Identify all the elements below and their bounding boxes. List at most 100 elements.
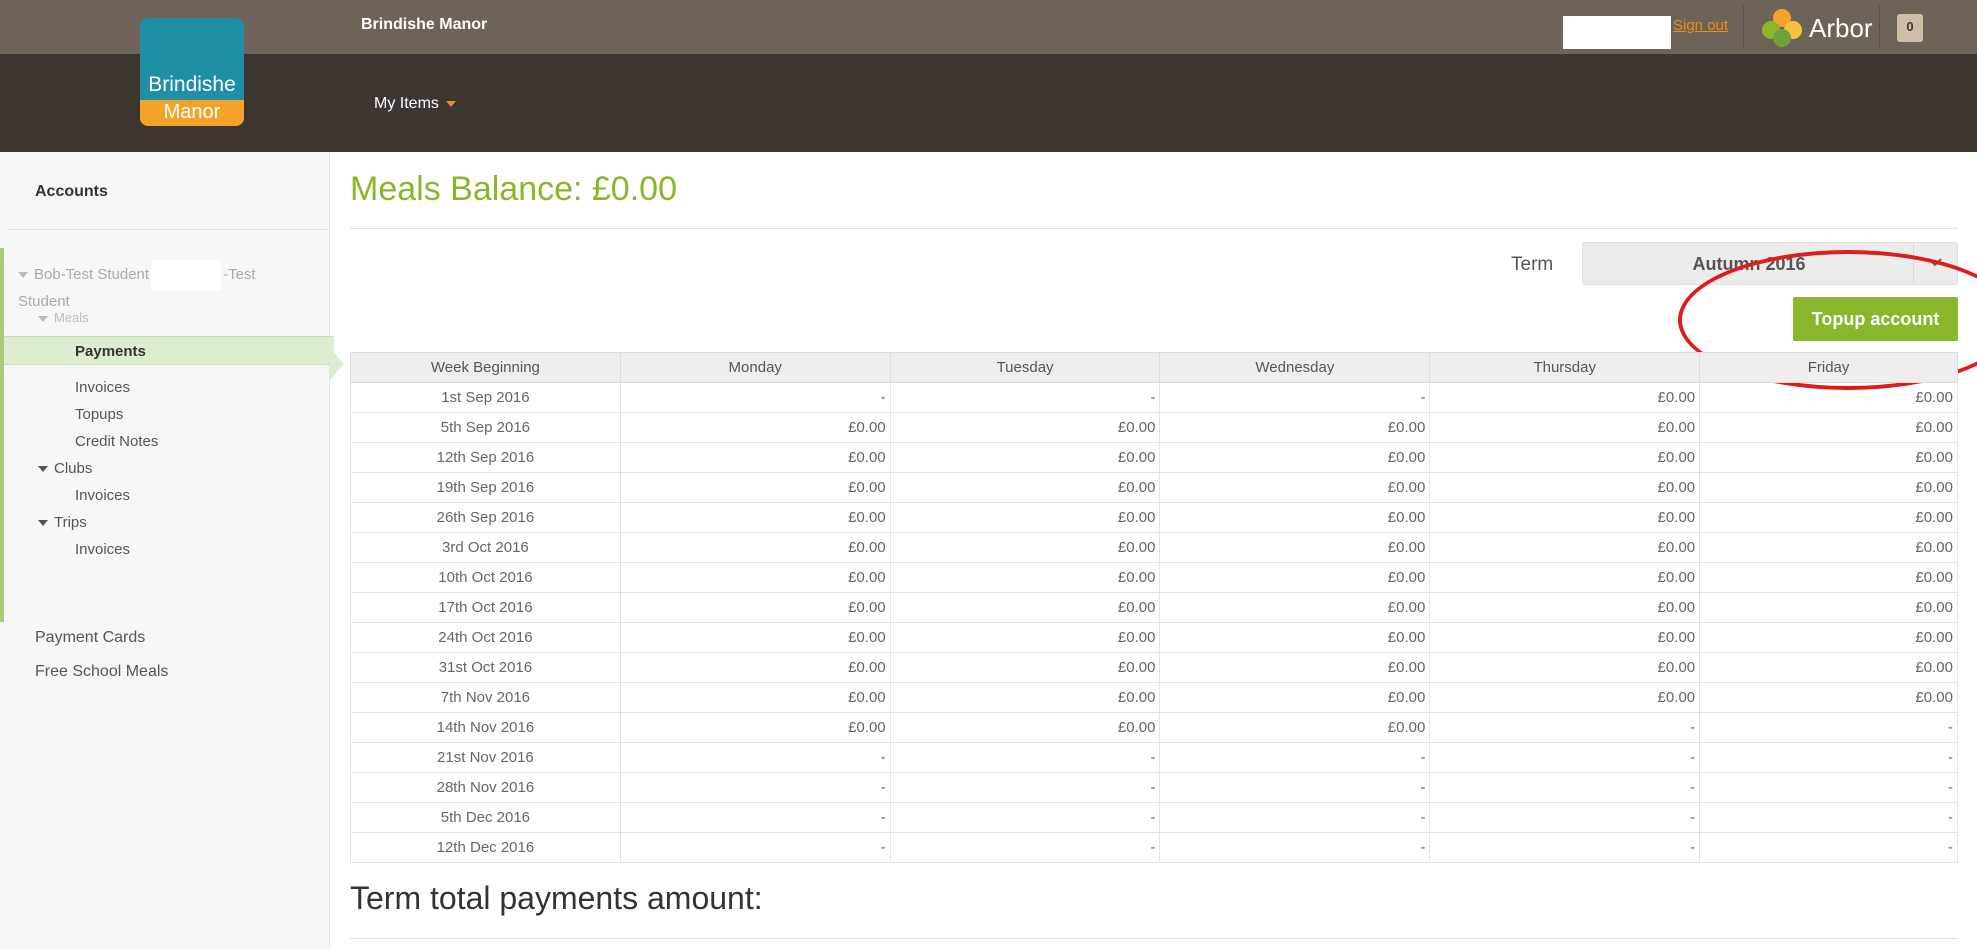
notification-badge[interactable]: 0 (1897, 14, 1923, 42)
week-cell: 19th Sep 2016 (350, 472, 621, 503)
amount-cell-fri: £0.00 (1699, 562, 1958, 593)
amount-cell-fri: £0.00 (1699, 412, 1958, 443)
meals-label: Meals (54, 310, 89, 325)
term-value: Autumn 2016 (1692, 254, 1806, 274)
sidebar-item-clubs-invoices[interactable]: Invoices (75, 487, 130, 504)
divider (350, 228, 1958, 229)
my-items-menu[interactable]: My Items (374, 95, 456, 113)
amount-cell-tue: £0.00 (889, 712, 1161, 743)
column-header-thu: Thursday (1429, 352, 1701, 383)
week-cell: 24th Oct 2016 (350, 622, 621, 653)
amount-cell-tue: £0.00 (889, 562, 1161, 593)
amount-cell-tue: £0.00 (889, 472, 1161, 503)
amount-cell-fri: - (1699, 742, 1958, 773)
amount-cell-wed: - (1159, 802, 1431, 833)
week-cell: 26th Sep 2016 (350, 502, 621, 533)
week-cell: 5th Sep 2016 (350, 412, 621, 443)
term-select[interactable]: Autumn 2016 (1582, 242, 1958, 285)
chevron-down-icon (445, 100, 456, 107)
amount-cell-fri: - (1699, 712, 1958, 743)
amount-cell-fri: £0.00 (1699, 592, 1958, 623)
sidebar-item-free-school-meals[interactable]: Free School Meals (35, 663, 168, 681)
amount-cell-fri: - (1699, 832, 1958, 863)
amount-cell-thu: £0.00 (1429, 472, 1701, 503)
amount-cell-mon: £0.00 (619, 412, 891, 443)
amount-cell-thu: £0.00 (1429, 562, 1701, 593)
amount-cell-thu: - (1429, 742, 1701, 773)
amount-cell-mon: - (619, 832, 891, 863)
week-cell: 10th Oct 2016 (350, 562, 621, 593)
school-logo[interactable]: Brindishe Manor (140, 18, 244, 126)
amount-cell-mon: £0.00 (619, 502, 891, 533)
amount-cell-wed: £0.00 (1159, 442, 1431, 473)
sidebar-group-meals[interactable]: Meals (38, 310, 89, 325)
amount-cell-tue: £0.00 (889, 592, 1161, 623)
sign-out-link[interactable]: Sign out (1673, 17, 1728, 34)
amount-cell-tue: £0.00 (889, 502, 1161, 533)
column-header-mon: Monday (619, 352, 891, 383)
topup-account-button[interactable]: Topup account (1793, 297, 1958, 341)
table-row: 14th Nov 2016 £0.00 £0.00 £0.00- - (350, 712, 1958, 743)
term-label: Term (1511, 254, 1554, 275)
sidebar-item-payments[interactable]: Payments (4, 336, 334, 365)
amount-cell-wed: £0.00 (1159, 472, 1431, 503)
amount-cell-tue: £0.00 (889, 682, 1161, 713)
table-row: 5th Dec 2016- - - - - (350, 802, 1958, 833)
arbor-logo[interactable]: Arbor (1761, 8, 1873, 48)
sidebar-item-payment-cards[interactable]: Payment Cards (35, 629, 145, 647)
table-row: 28th Nov 2016- - - - - (350, 772, 1958, 803)
divider (1743, 5, 1744, 49)
amount-cell-wed: £0.00 (1159, 592, 1431, 623)
amount-cell-mon: £0.00 (619, 472, 891, 503)
amount-cell-wed: - (1159, 772, 1431, 803)
my-items-label: My Items (374, 95, 439, 112)
amount-cell-mon: £0.00 (619, 682, 891, 713)
sidebar-title: Accounts (35, 183, 108, 200)
sidebar-item-topups[interactable]: Topups (75, 406, 123, 423)
clubs-label: Clubs (54, 460, 93, 477)
table-row: 3rd Oct 2016 £0.00 £0.00 £0.00 £0.00 £0.00 (350, 532, 1958, 563)
amount-cell-mon: £0.00 (619, 712, 891, 743)
amount-cell-thu: - (1429, 832, 1701, 863)
caret-down-icon (38, 520, 48, 527)
table-row: 12th Sep 2016 £0.00 £0.00 £0.00 £0.00 £0.00 (350, 442, 1958, 473)
amount-cell-fri: £0.00 (1699, 502, 1958, 533)
school-name: Brindishe Manor (361, 16, 488, 33)
amount-cell-mon: - (619, 802, 891, 833)
amount-cell-tue: - (889, 802, 1161, 833)
amount-cell-thu: £0.00 (1429, 532, 1701, 563)
table-row: 5th Sep 2016 £0.00 £0.00 £0.00 £0.00 £0.00 (350, 412, 1958, 443)
amount-cell-wed: - (1159, 382, 1431, 413)
week-cell: 3rd Oct 2016 (350, 532, 621, 563)
amount-cell-fri: £0.00 (1699, 652, 1958, 683)
amount-cell-thu: £0.00 (1429, 682, 1701, 713)
sidebar-group-trips[interactable]: Trips (38, 514, 87, 531)
sidebar-item-label: Payments (75, 343, 146, 360)
week-cell: 5th Dec 2016 (350, 802, 621, 833)
sidebar-item-meals-invoices[interactable]: Invoices (75, 379, 130, 396)
sidebar-item-trips-invoices[interactable]: Invoices (75, 541, 130, 558)
amount-cell-thu: £0.00 (1429, 652, 1701, 683)
account-tree: Bob-Test Student -Test Student Meals Paym… (0, 248, 334, 622)
amount-cell-wed: £0.00 (1159, 622, 1431, 653)
sidebar-group-clubs[interactable]: Clubs (38, 460, 92, 477)
sidebar-item-credit-notes[interactable]: Credit Notes (75, 433, 158, 450)
amount-cell-thu: £0.00 (1429, 382, 1701, 413)
table-row: 26th Sep 2016 £0.00 £0.00 £0.00 £0.00 £0.00 (350, 502, 1958, 533)
week-cell: 1st Sep 2016 (350, 382, 621, 413)
logo-line1: Brindishe (148, 73, 236, 96)
table-row: 19th Sep 2016 £0.00 £0.00 £0.00 £0.00 £0.00 (350, 472, 1958, 503)
sidebar: Accounts Bob-Test Student -Test Student M… (0, 152, 334, 949)
chevron-down-icon[interactable] (1913, 243, 1957, 284)
payments-table: Week Beginning Monday Tuesday Wednesday Thur… (350, 352, 1958, 863)
amount-cell-thu: - (1429, 772, 1701, 803)
divider (1879, 5, 1880, 49)
caret-down-icon (18, 272, 28, 278)
week-cell: 7th Nov 2016 (350, 682, 621, 713)
logo-line2: Manor (163, 101, 221, 123)
user-name-redacted (1563, 16, 1671, 49)
amount-cell-mon: - (619, 772, 891, 803)
student-account[interactable]: Bob-Test Student -Test Student (18, 260, 278, 314)
amount-cell-fri: £0.00 (1699, 472, 1958, 503)
amount-cell-tue: - (889, 382, 1161, 413)
